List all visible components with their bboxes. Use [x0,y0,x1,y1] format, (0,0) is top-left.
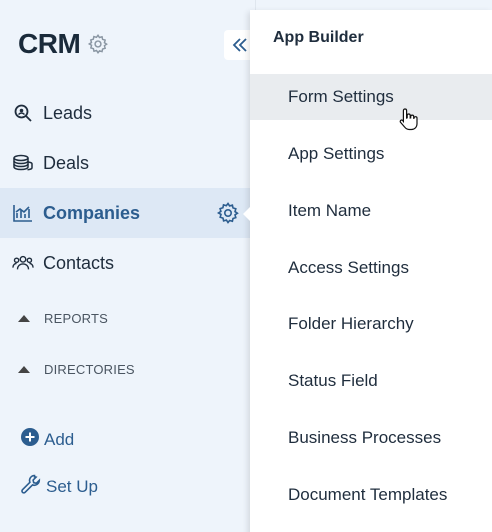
nav-item-leads[interactable]: Leads [0,88,250,138]
set-up-button[interactable]: Set Up [20,473,98,500]
menu-item-folder-hierarchy[interactable]: Folder Hierarchy [250,301,492,347]
search-icon [12,102,34,124]
nav-item-companies[interactable]: Companies [0,188,250,238]
menu-item-status-field[interactable]: Status Field [250,358,492,404]
add-button[interactable]: Add [20,427,74,452]
collapse-triangle-icon [18,315,30,322]
group-reports[interactable]: REPORTS [18,311,108,326]
app-title: CRM [18,28,109,60]
wrench-icon [20,473,42,500]
menu-item-business-processes[interactable]: Business Processes [250,415,492,461]
nav-item-contacts[interactable]: Contacts [0,238,250,288]
app-settings-gear-icon[interactable] [87,33,109,55]
menu-item-document-templates[interactable]: Document Templates [250,472,492,518]
hand-pointer-cursor-icon [399,107,419,131]
chart-icon [12,202,34,224]
app-builder-menu: App Builder Form Settings App Settings I… [250,10,492,532]
nav-label: Deals [43,152,90,173]
app-title-text: CRM [18,28,81,59]
nav-label: Leads [43,102,93,123]
set-up-label: Set Up [46,476,98,496]
coins-icon [12,152,34,174]
plus-circle-icon [20,427,40,452]
menu-item-app-settings[interactable]: App Settings [250,131,492,177]
menu-item-access-settings[interactable]: Access Settings [250,245,492,291]
menu-item-item-name[interactable]: Item Name [250,188,492,234]
group-label: REPORTS [44,311,109,326]
collapse-triangle-icon [18,366,30,373]
menu-pointer-caret [243,206,251,222]
group-directories[interactable]: DIRECTORIES [18,362,135,377]
sidebar: CRM Leads Deals Companies Contacts REPOR… [0,0,256,532]
menu-item-form-settings[interactable]: Form Settings [250,74,492,120]
add-label: Add [44,429,75,449]
nav-item-deals[interactable]: Deals [0,138,250,188]
nav-label: Companies [43,202,141,223]
nav-label: Contacts [43,252,115,273]
group-label: DIRECTORIES [44,362,135,377]
companies-settings-gear-icon[interactable] [216,201,240,225]
menu-header: App Builder [273,29,364,46]
double-chevron-left-icon [232,38,247,52]
people-icon [12,252,34,274]
